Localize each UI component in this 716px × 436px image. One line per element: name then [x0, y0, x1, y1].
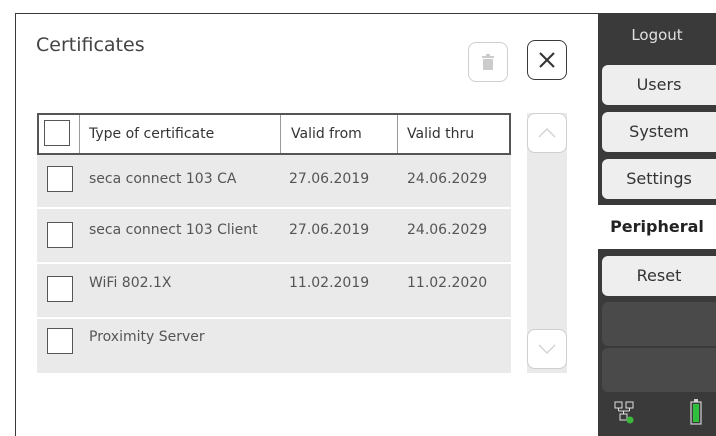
sidebar-item-empty: [602, 302, 716, 346]
column-divider: [397, 115, 398, 153]
row-checkbox[interactable]: [47, 222, 73, 248]
network-icon: [614, 401, 634, 424]
table-header: Type of certificate Valid from Valid thr…: [37, 113, 511, 155]
table-row[interactable]: Proximity Server: [37, 319, 511, 373]
sidebar-item-peripheral[interactable]: Peripheral: [598, 205, 716, 249]
cert-type: seca connect 103 Client: [89, 222, 258, 238]
sidebar-item-reset[interactable]: Reset: [602, 256, 716, 296]
row-checkbox[interactable]: [47, 276, 73, 302]
close-button[interactable]: [527, 40, 567, 80]
table-row[interactable]: seca connect 103 Client 27.06.2019 24.06…: [37, 209, 511, 261]
scroll-down-button[interactable]: [527, 329, 567, 369]
table-row[interactable]: WiFi 802.1X 11.02.2019 11.02.2020: [37, 264, 511, 316]
cert-type: Proximity Server: [89, 329, 205, 345]
page-title: Certificates: [36, 34, 145, 56]
cert-valid-thru: 24.06.2029: [407, 222, 488, 238]
header-valid-thru: Valid thru: [407, 126, 475, 142]
cert-type: WiFi 802.1X: [89, 275, 172, 291]
battery-icon: [690, 399, 702, 425]
scroll-up-button[interactable]: [527, 113, 567, 153]
cert-valid-from: 27.06.2019: [289, 171, 370, 187]
row-checkbox[interactable]: [47, 328, 73, 354]
cert-valid-thru: 24.06.2029: [407, 171, 488, 187]
header-valid-from: Valid from: [291, 126, 362, 142]
cert-valid-from: 11.02.2019: [289, 275, 370, 291]
table-row[interactable]: seca connect 103 CA 27.06.2019 24.06.202…: [37, 155, 511, 207]
sidebar-item-empty: [602, 348, 716, 392]
cert-type: seca connect 103 CA: [89, 171, 237, 187]
logout-button[interactable]: Logout: [598, 26, 716, 44]
cert-valid-from: 27.06.2019: [289, 222, 370, 238]
header-type: Type of certificate: [89, 126, 215, 142]
trash-icon: [482, 54, 494, 70]
cert-valid-thru: 11.02.2020: [407, 275, 488, 291]
column-divider: [79, 115, 80, 153]
select-all-checkbox[interactable]: [44, 120, 70, 146]
sidebar-item-users[interactable]: Users: [602, 65, 716, 105]
column-divider: [280, 115, 281, 153]
delete-button[interactable]: [468, 42, 508, 82]
chevron-up-icon: [538, 127, 556, 138]
row-checkbox[interactable]: [47, 166, 73, 192]
close-icon: [539, 52, 555, 68]
chevron-down-icon: [538, 344, 556, 355]
sidebar-item-settings[interactable]: Settings: [602, 159, 716, 199]
sidebar-item-system[interactable]: System: [602, 112, 716, 152]
